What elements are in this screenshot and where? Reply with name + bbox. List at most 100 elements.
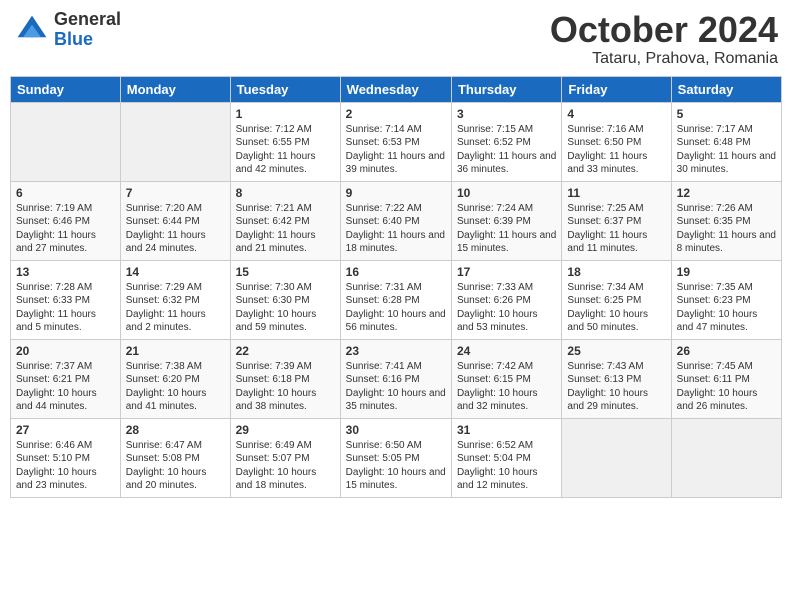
calendar-cell <box>11 102 121 181</box>
month-title: October 2024 <box>550 10 778 50</box>
day-detail: Sunrise: 7:20 AM Sunset: 6:44 PM Dayligh… <box>126 202 225 256</box>
weekday-header-tuesday: Tuesday <box>230 76 340 102</box>
day-number: 8 <box>236 186 335 200</box>
day-number: 29 <box>236 423 335 437</box>
weekday-header-sunday: Sunday <box>11 76 121 102</box>
weekday-header-row: SundayMondayTuesdayWednesdayThursdayFrid… <box>11 76 782 102</box>
logo-text: General Blue <box>54 10 121 50</box>
day-detail: Sunrise: 7:16 AM Sunset: 6:50 PM Dayligh… <box>567 123 665 177</box>
calendar-cell: 3 Sunrise: 7:15 AM Sunset: 6:52 PM Daylig… <box>451 102 561 181</box>
calendar-cell: 18 Sunrise: 7:34 AM Sunset: 6:25 PM Dayli… <box>562 260 671 339</box>
header: General Blue October 2024 Tataru, Prahov… <box>10 10 782 68</box>
day-number: 2 <box>346 107 446 121</box>
day-detail: Sunrise: 7:31 AM Sunset: 6:28 PM Dayligh… <box>346 281 446 335</box>
day-detail: Sunrise: 7:26 AM Sunset: 6:35 PM Dayligh… <box>677 202 776 256</box>
day-detail: Sunrise: 7:21 AM Sunset: 6:42 PM Dayligh… <box>236 202 335 256</box>
day-number: 23 <box>346 344 446 358</box>
day-number: 24 <box>457 344 556 358</box>
weekday-header-friday: Friday <box>562 76 671 102</box>
calendar-cell: 12 Sunrise: 7:26 AM Sunset: 6:35 PM Dayli… <box>671 181 781 260</box>
title-section: October 2024 Tataru, Prahova, Romania <box>550 10 778 68</box>
day-number: 21 <box>126 344 225 358</box>
calendar-cell: 31 Sunrise: 6:52 AM Sunset: 5:04 PM Dayli… <box>451 418 561 497</box>
calendar-cell: 27 Sunrise: 6:46 AM Sunset: 5:10 PM Dayli… <box>11 418 121 497</box>
week-row-1: 1 Sunrise: 7:12 AM Sunset: 6:55 PM Daylig… <box>11 102 782 181</box>
day-detail: Sunrise: 7:15 AM Sunset: 6:52 PM Dayligh… <box>457 123 556 177</box>
week-row-4: 20Sunrise: 7:37 AM Sunset: 6:21 PM Dayli… <box>11 339 782 418</box>
day-detail: Sunrise: 6:52 AM Sunset: 5:04 PM Dayligh… <box>457 439 556 493</box>
day-detail: Sunrise: 7:34 AM Sunset: 6:25 PM Dayligh… <box>567 281 665 335</box>
calendar-cell: 25 Sunrise: 7:43 AM Sunset: 6:13 PM Dayli… <box>562 339 671 418</box>
day-detail: Sunrise: 7:24 AM Sunset: 6:39 PM Dayligh… <box>457 202 556 256</box>
day-number: 1 <box>236 107 335 121</box>
day-number: 25 <box>567 344 665 358</box>
day-number: 19 <box>677 265 776 279</box>
weekday-header-monday: Monday <box>120 76 230 102</box>
calendar-cell: 19 Sunrise: 7:35 AM Sunset: 6:23 PM Dayli… <box>671 260 781 339</box>
calendar-cell <box>671 418 781 497</box>
calendar-cell: 17Sunrise: 7:33 AM Sunset: 6:26 PM Dayli… <box>451 260 561 339</box>
day-detail: Sunrise: 7:19 AM Sunset: 6:46 PM Dayligh… <box>16 202 115 256</box>
calendar-cell: 13 Sunrise: 7:28 AM Sunset: 6:33 PM Dayli… <box>11 260 121 339</box>
day-detail: Sunrise: 6:47 AM Sunset: 5:08 PM Dayligh… <box>126 439 225 493</box>
day-number: 11 <box>567 186 665 200</box>
day-detail: Sunrise: 7:37 AM Sunset: 6:21 PM Dayligh… <box>16 360 115 414</box>
day-detail: Sunrise: 6:49 AM Sunset: 5:07 PM Dayligh… <box>236 439 335 493</box>
calendar-cell: 4Sunrise: 7:16 AM Sunset: 6:50 PM Daylig… <box>562 102 671 181</box>
logo-blue: Blue <box>54 30 121 50</box>
day-number: 18 <box>567 265 665 279</box>
day-detail: Sunrise: 7:42 AM Sunset: 6:15 PM Dayligh… <box>457 360 556 414</box>
day-number: 22 <box>236 344 335 358</box>
day-detail: Sunrise: 7:30 AM Sunset: 6:30 PM Dayligh… <box>236 281 335 335</box>
day-number: 28 <box>126 423 225 437</box>
logo-general: General <box>54 10 121 30</box>
week-row-2: 6 Sunrise: 7:19 AM Sunset: 6:46 PM Daylig… <box>11 181 782 260</box>
day-number: 13 <box>16 265 115 279</box>
day-detail: Sunrise: 7:14 AM Sunset: 6:53 PM Dayligh… <box>346 123 446 177</box>
day-number: 17 <box>457 265 556 279</box>
day-detail: Sunrise: 7:12 AM Sunset: 6:55 PM Dayligh… <box>236 123 335 177</box>
day-detail: Sunrise: 7:35 AM Sunset: 6:23 PM Dayligh… <box>677 281 776 335</box>
day-detail: Sunrise: 7:43 AM Sunset: 6:13 PM Dayligh… <box>567 360 665 414</box>
calendar-cell: 16Sunrise: 7:31 AM Sunset: 6:28 PM Dayli… <box>340 260 451 339</box>
day-number: 31 <box>457 423 556 437</box>
calendar-cell: 11 Sunrise: 7:25 AM Sunset: 6:37 PM Dayli… <box>562 181 671 260</box>
calendar-cell: 23 Sunrise: 7:41 AM Sunset: 6:16 PM Dayli… <box>340 339 451 418</box>
calendar-cell: 15Sunrise: 7:30 AM Sunset: 6:30 PM Dayli… <box>230 260 340 339</box>
day-detail: Sunrise: 7:17 AM Sunset: 6:48 PM Dayligh… <box>677 123 776 177</box>
week-row-5: 27 Sunrise: 6:46 AM Sunset: 5:10 PM Dayli… <box>11 418 782 497</box>
day-number: 7 <box>126 186 225 200</box>
weekday-header-saturday: Saturday <box>671 76 781 102</box>
calendar-cell: 7 Sunrise: 7:20 AM Sunset: 6:44 PM Daylig… <box>120 181 230 260</box>
calendar-cell: 21 Sunrise: 7:38 AM Sunset: 6:20 PM Dayli… <box>120 339 230 418</box>
day-number: 6 <box>16 186 115 200</box>
weekday-header-wednesday: Wednesday <box>340 76 451 102</box>
calendar-cell <box>562 418 671 497</box>
calendar-cell: 20Sunrise: 7:37 AM Sunset: 6:21 PM Dayli… <box>11 339 121 418</box>
day-number: 14 <box>126 265 225 279</box>
day-number: 12 <box>677 186 776 200</box>
weekday-header-thursday: Thursday <box>451 76 561 102</box>
day-detail: Sunrise: 7:45 AM Sunset: 6:11 PM Dayligh… <box>677 360 776 414</box>
day-detail: Sunrise: 7:28 AM Sunset: 6:33 PM Dayligh… <box>16 281 115 335</box>
day-detail: Sunrise: 7:22 AM Sunset: 6:40 PM Dayligh… <box>346 202 446 256</box>
day-number: 27 <box>16 423 115 437</box>
calendar: SundayMondayTuesdayWednesdayThursdayFrid… <box>10 76 782 498</box>
location: Tataru, Prahova, Romania <box>550 50 778 68</box>
day-number: 10 <box>457 186 556 200</box>
calendar-cell: 9 Sunrise: 7:22 AM Sunset: 6:40 PM Daylig… <box>340 181 451 260</box>
day-detail: Sunrise: 7:25 AM Sunset: 6:37 PM Dayligh… <box>567 202 665 256</box>
day-detail: Sunrise: 7:38 AM Sunset: 6:20 PM Dayligh… <box>126 360 225 414</box>
logo: General Blue <box>14 10 121 50</box>
calendar-cell: 30Sunrise: 6:50 AM Sunset: 5:05 PM Dayli… <box>340 418 451 497</box>
day-number: 3 <box>457 107 556 121</box>
calendar-cell: 8 Sunrise: 7:21 AM Sunset: 6:42 PM Daylig… <box>230 181 340 260</box>
calendar-cell: 10 Sunrise: 7:24 AM Sunset: 6:39 PM Dayli… <box>451 181 561 260</box>
day-number: 26 <box>677 344 776 358</box>
logo-icon <box>14 12 50 48</box>
day-detail: Sunrise: 6:46 AM Sunset: 5:10 PM Dayligh… <box>16 439 115 493</box>
calendar-cell: 2 Sunrise: 7:14 AM Sunset: 6:53 PM Daylig… <box>340 102 451 181</box>
day-number: 9 <box>346 186 446 200</box>
day-detail: Sunrise: 7:41 AM Sunset: 6:16 PM Dayligh… <box>346 360 446 414</box>
day-detail: Sunrise: 7:39 AM Sunset: 6:18 PM Dayligh… <box>236 360 335 414</box>
